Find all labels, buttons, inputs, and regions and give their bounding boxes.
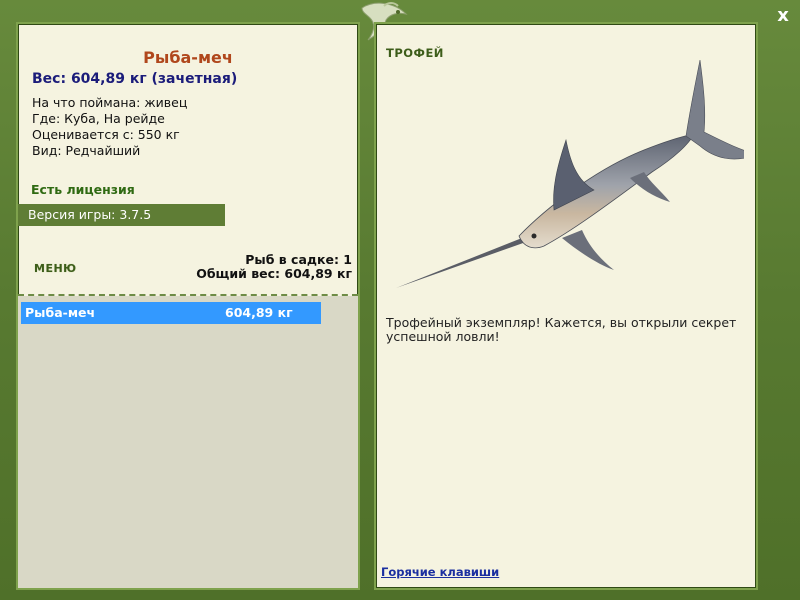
fish-weight: Вес: 604,89 кг (зачетная) xyxy=(32,71,238,87)
menu-button[interactable]: МЕНЮ xyxy=(34,262,77,275)
fish-count: Рыб в садке: 1 xyxy=(245,252,352,267)
hotkeys-link[interactable]: Горячие клавиши xyxy=(381,565,499,579)
list-item[interactable]: Рыба-меч 604,89 кг xyxy=(21,302,321,324)
fish-info-panel: Рыба-меч Вес: 604,89 кг (зачетная) На чт… xyxy=(18,24,358,588)
version-bar: Версия игры: 3.7.5 xyxy=(18,204,225,226)
total-weight: Общий вес: 604,89 кг xyxy=(196,266,352,281)
keepnet-summary: Рыб в садке: 1 Общий вес: 604,89 кг xyxy=(196,253,352,281)
bait-info: На что поймана: живец xyxy=(32,95,188,110)
swordfish-image xyxy=(396,60,744,288)
fish-title: Рыба-меч xyxy=(143,48,233,67)
valued-from-info: Оценивается с: 550 кг xyxy=(32,127,180,142)
trophy-message: Трофейный экземпляр! Кажется, вы открыли… xyxy=(386,315,737,344)
list-item-name: Рыба-меч xyxy=(25,305,96,320)
catch-list: Рыба-меч 604,89 кг xyxy=(18,296,358,588)
list-item-weight: 604,89 кг xyxy=(225,305,293,320)
location-info: Где: Куба, На рейде xyxy=(32,111,165,126)
close-button[interactable]: x xyxy=(774,6,792,26)
trophy-label: ТРОФЕЙ xyxy=(386,46,444,60)
trophy-panel: ТРОФЕЙ Трофейный экземпляр! Кажется, вы … xyxy=(376,24,756,588)
license-status: Есть лицензия xyxy=(31,182,135,197)
rarity-info: Вид: Редчайший xyxy=(32,143,141,158)
